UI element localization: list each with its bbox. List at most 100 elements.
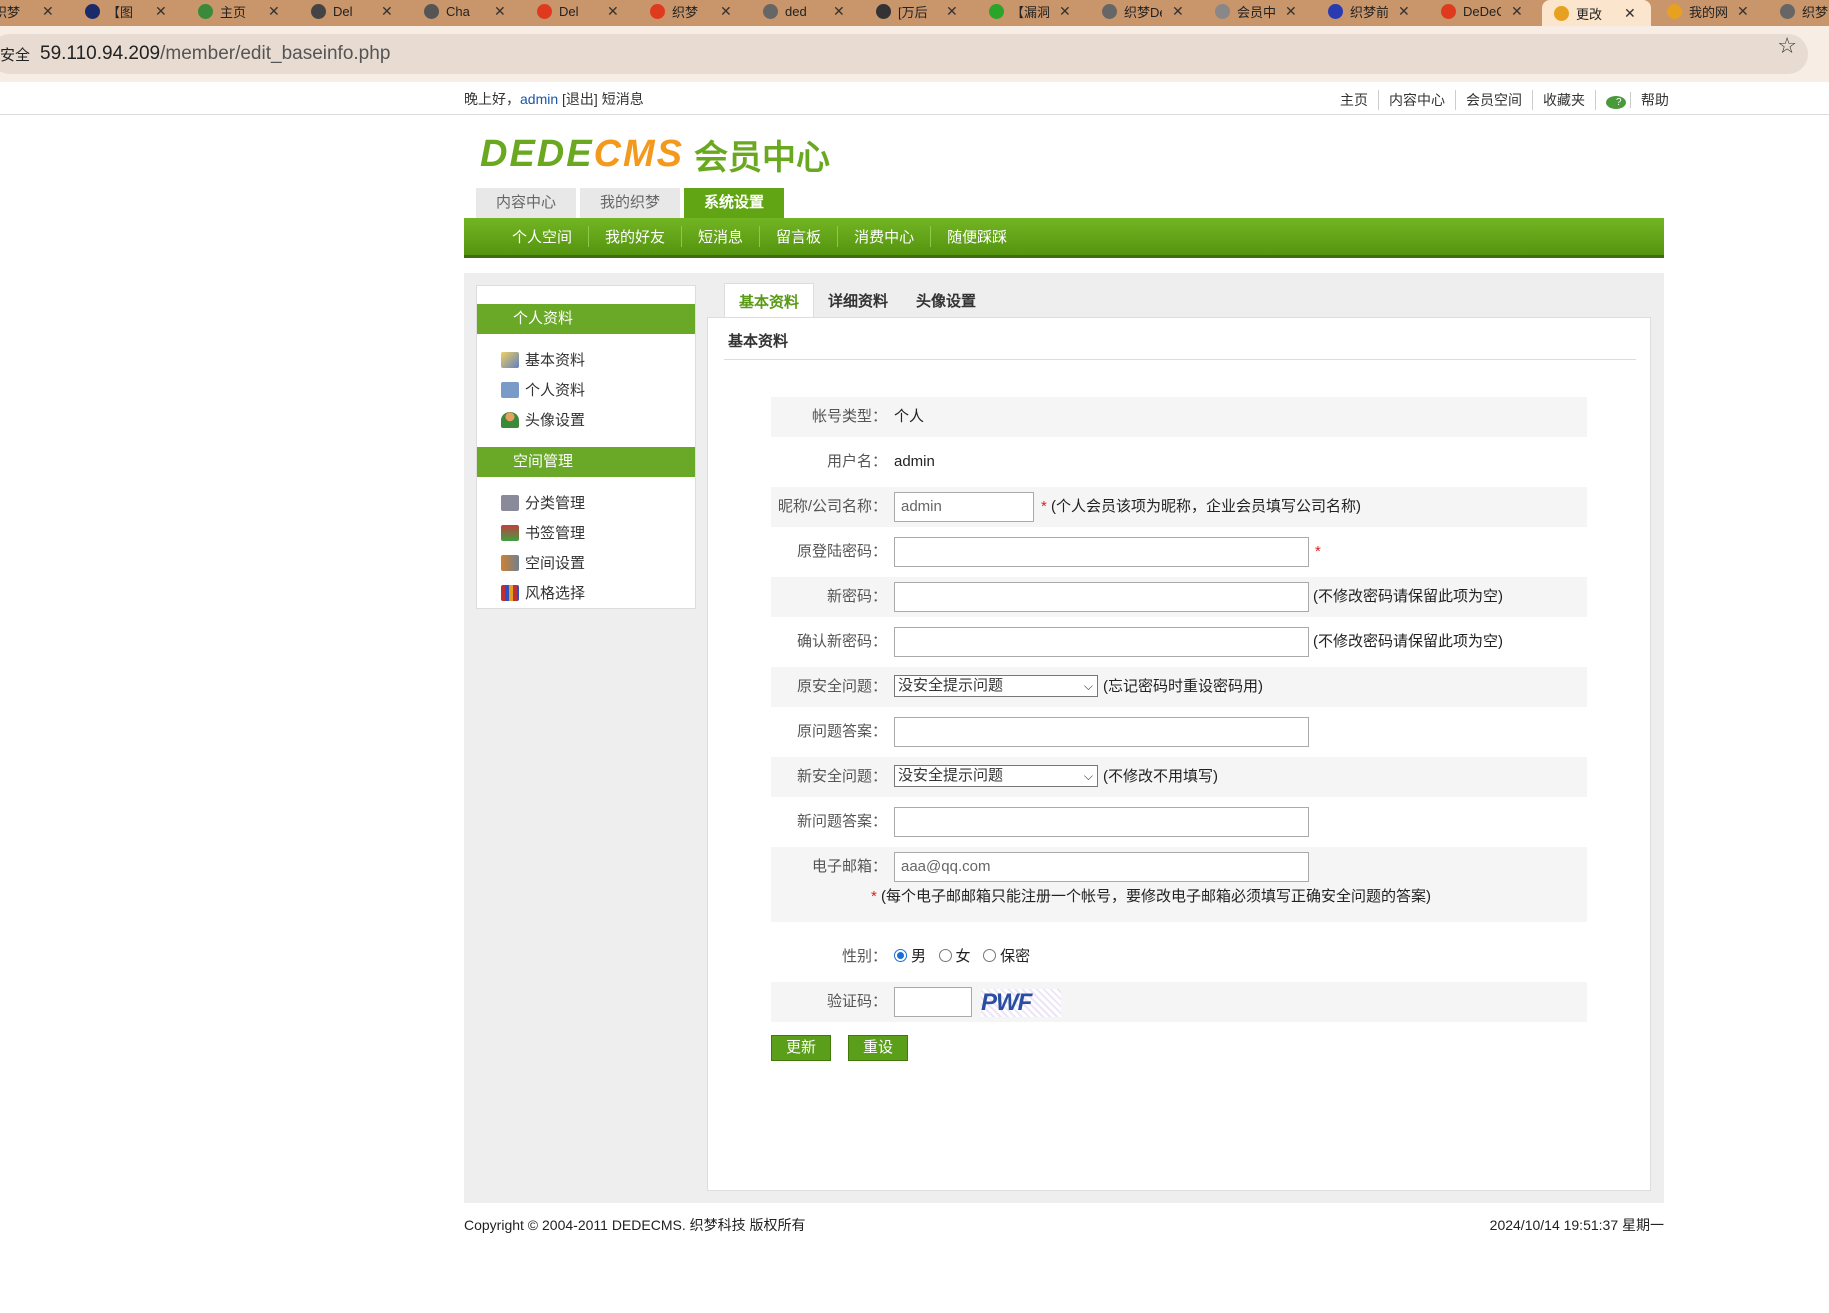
tab-title: Cha <box>446 3 470 19</box>
tab-favicon-icon <box>1102 3 1117 19</box>
browser-tab[interactable]: ded ✕ <box>751 0 860 22</box>
close-icon[interactable]: ✕ <box>1511 3 1523 20</box>
browser-tab[interactable]: 会员中心 ✕ <box>1203 0 1312 22</box>
browser-tab[interactable]: Del ✕ <box>299 0 408 22</box>
sidebar-item-avatar[interactable]: 头像设置 <box>501 409 585 430</box>
subnav-personal-space[interactable]: 个人空间 <box>496 226 588 247</box>
top-link-help[interactable]: ? 帮助 <box>1595 90 1689 110</box>
close-icon[interactable]: ✕ <box>1737 3 1749 20</box>
browser-tab[interactable]: [万后 ✕ <box>864 0 973 22</box>
close-icon[interactable]: ✕ <box>1624 5 1636 22</box>
edit-icon <box>501 351 519 368</box>
subnav-consumption[interactable]: 消费中心 <box>837 226 930 247</box>
username-link[interactable]: admin <box>520 91 558 107</box>
sidebar-item-basic-info[interactable]: 基本资料 <box>501 349 585 370</box>
site-top-bar: 晚上好，admin [退出] 短消息 主页 内容中心 会员空间 收藏夹 ? 帮助 <box>0 82 1829 115</box>
browser-tab[interactable]: Cha ✕ <box>412 0 521 22</box>
old-answer-input[interactable] <box>894 717 1309 747</box>
gender-radio-female[interactable] <box>938 949 952 962</box>
close-icon[interactable]: ✕ <box>720 3 732 20</box>
subnav-friends[interactable]: 我的好友 <box>588 226 681 247</box>
row-new-question: 新安全问题： 没安全提示问题 ⌵ (不修改不用填写) <box>771 757 1587 797</box>
close-icon[interactable]: ✕ <box>1059 3 1071 20</box>
sidebar: 个人资料 基本资料 个人资料 头像设置 空间管理 分类管理 书签管理 空间设置 … <box>476 285 696 609</box>
gender-radio-male[interactable] <box>894 949 907 962</box>
browser-tab[interactable]: 织梦✕ <box>638 0 747 22</box>
old-password-input[interactable] <box>894 537 1309 567</box>
tab-detail-info[interactable]: 详细资料 <box>814 283 902 318</box>
tab-system-settings[interactable]: 系统设置 <box>684 188 785 218</box>
sidebar-item-personal-info[interactable]: 个人资料 <box>501 379 585 400</box>
nickname-input[interactable]: admin <box>894 492 1034 522</box>
sidebar-item-space-settings[interactable]: 空间设置 <box>501 552 585 573</box>
row-new-password: 新密码： (不修改密码请保留此项为空) <box>771 577 1587 617</box>
tab-favicon-icon <box>876 3 891 19</box>
top-link-favorites[interactable]: 收藏夹 <box>1532 90 1595 110</box>
label-gender: 性别： <box>841 948 887 965</box>
new-password-input[interactable] <box>894 582 1309 612</box>
site-logo[interactable]: DEDE CMS 会员中心 <box>480 130 830 178</box>
close-icon[interactable]: ✕ <box>155 3 167 20</box>
top-link-space[interactable]: 会员空间 <box>1455 90 1532 110</box>
greeting-text: 晚上好， <box>464 91 520 107</box>
new-question-select[interactable]: 没安全提示问题 ⌵ <box>894 765 1098 787</box>
confirm-password-input[interactable] <box>894 627 1309 657</box>
browser-tab[interactable]: 织梦De ✕ <box>1090 0 1199 22</box>
close-icon[interactable]: ✕ <box>946 3 958 20</box>
subnav-browse[interactable]: 随便踩踩 <box>930 226 1023 247</box>
browser-tab[interactable]: 【漏洞 ✕ <box>977 0 1086 22</box>
sidebar-item-categories[interactable]: 分类管理 <box>501 492 585 513</box>
value-username: admin <box>894 453 935 470</box>
browser-tab[interactable]: 织梦前台 ✕ <box>1316 0 1425 22</box>
top-link-content[interactable]: 内容中心 <box>1378 90 1455 110</box>
browser-tab[interactable]: 【图 ✕ <box>73 0 182 22</box>
new-answer-input[interactable] <box>894 807 1309 837</box>
logout-link[interactable]: [退出] <box>562 91 598 107</box>
url-text[interactable]: 59.110.94.209/member/edit_baseinfo.php <box>40 43 390 65</box>
browser-tab[interactable]: 更改 ✕ <box>1542 0 1651 26</box>
help-icon: ? <box>1606 96 1626 109</box>
sidebar-item-bookmarks[interactable]: 书签管理 <box>501 522 585 543</box>
captcha-image[interactable]: PWF <box>981 989 1061 1017</box>
logo-dede: DEDE <box>480 132 594 175</box>
tab-content-center[interactable]: 内容中心 <box>476 188 577 218</box>
gender-radio-secret[interactable] <box>983 949 997 962</box>
close-icon[interactable]: ✕ <box>607 3 619 20</box>
row-old-password: 原登陆密码： * <box>771 532 1587 572</box>
close-icon[interactable]: ✕ <box>268 3 280 20</box>
close-icon[interactable]: ✕ <box>1285 3 1297 20</box>
close-icon[interactable]: ✕ <box>1172 3 1184 20</box>
captcha-input[interactable] <box>894 987 972 1017</box>
browser-tab[interactable]: Del ✕ <box>525 0 634 22</box>
browser-tab[interactable]: 主页 ✕ <box>186 0 295 22</box>
label-new-password: 新密码： <box>826 588 887 605</box>
browser-tab[interactable]: 我的网站 ✕ <box>1655 0 1764 22</box>
browser-tab[interactable]: 织梦✕ <box>0 0 69 22</box>
old-question-select[interactable]: 没安全提示问题 ⌵ <box>894 675 1098 697</box>
subnav-messages[interactable]: 短消息 <box>681 226 759 247</box>
close-icon[interactable]: ✕ <box>381 3 393 20</box>
sidebar-item-label: 风格选择 <box>525 585 586 602</box>
submit-button[interactable]: 更新 <box>771 1035 831 1061</box>
messages-link[interactable]: 短消息 <box>602 91 644 107</box>
close-icon[interactable]: ✕ <box>494 3 506 20</box>
close-icon[interactable]: ✕ <box>42 3 54 20</box>
reset-button[interactable]: 重设 <box>848 1035 908 1061</box>
tools-icon <box>501 554 519 571</box>
tab-my-dream[interactable]: 我的织梦 <box>580 188 681 218</box>
url-host: 59.110.94.209 <box>40 43 161 64</box>
browser-tab[interactable]: 织梦✕ <box>1768 0 1829 22</box>
subnav-guestbook[interactable]: 留言板 <box>759 226 837 247</box>
new-question-note: (不修改不用填写) <box>1103 768 1218 785</box>
security-indicator[interactable]: 安全 <box>0 44 30 65</box>
browser-tab[interactable]: DeDeC ✕ <box>1429 0 1538 22</box>
tab-avatar-settings[interactable]: 头像设置 <box>902 283 990 318</box>
top-link-home[interactable]: 主页 <box>1330 90 1378 110</box>
tab-basic-info[interactable]: 基本资料 <box>724 283 815 318</box>
close-icon[interactable]: ✕ <box>1398 3 1410 20</box>
address-bar[interactable]: 安全 59.110.94.209/member/edit_baseinfo.ph… <box>0 34 1808 74</box>
close-icon[interactable]: ✕ <box>833 3 845 20</box>
bookmark-star-icon[interactable]: ☆ <box>1777 33 1797 59</box>
sidebar-item-styles[interactable]: 风格选择 <box>501 582 585 603</box>
row-new-answer: 新问题答案： <box>771 802 1587 842</box>
